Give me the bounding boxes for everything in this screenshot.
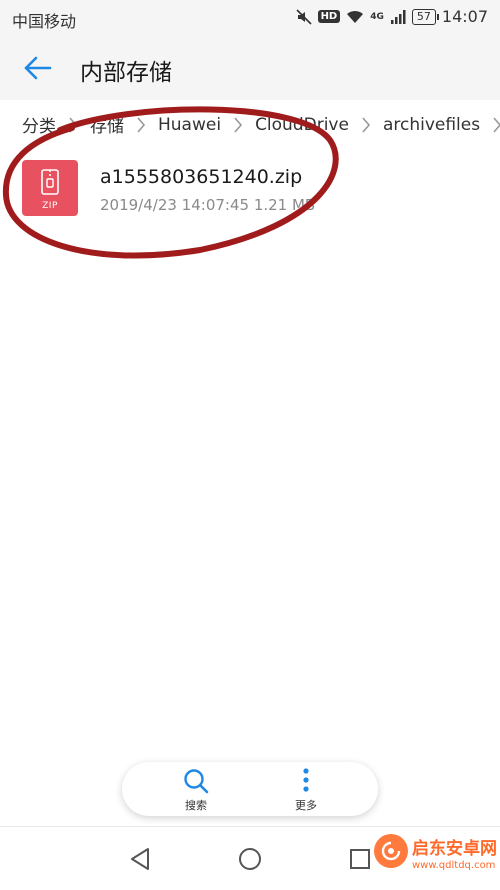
breadcrumb-item-category[interactable]: 分类 <box>22 112 56 137</box>
back-button[interactable] <box>22 52 54 84</box>
mute-icon <box>295 8 312 25</box>
chevron-right-icon <box>136 116 146 134</box>
more-label: 更多 <box>295 799 317 812</box>
status-bar: 中国移动 HD 4G 57 14:07 <box>0 0 500 36</box>
breadcrumb-item-huawei[interactable]: Huawei <box>158 115 221 135</box>
watermark-url: www.qdltdq.com <box>412 860 496 871</box>
search-button[interactable]: 搜索 <box>156 762 236 816</box>
app-header: 内部存储 <box>0 36 500 100</box>
file-name: a1555803651240.zip <box>100 166 303 188</box>
triangle-back-icon <box>131 848 149 870</box>
page-title: 内部存储 <box>80 60 172 86</box>
nav-back-button[interactable] <box>126 845 154 873</box>
circle-home-icon <box>239 848 261 870</box>
list-item[interactable]: ZIP a1555803651240.zip 2019/4/23 14:07:4… <box>0 150 500 232</box>
file-meta: 2019/4/23 14:07:45 1.21 MB <box>100 196 316 214</box>
file-type-label: ZIP <box>42 201 58 211</box>
search-icon <box>184 769 209 794</box>
breadcrumb-item-clouddrive[interactable]: CloudDrive <box>255 115 349 135</box>
wifi-icon <box>347 10 364 23</box>
watermark-logo-icon <box>374 834 408 868</box>
more-vertical-icon <box>303 768 309 792</box>
more-button[interactable]: 更多 <box>266 762 346 816</box>
bottom-toolbar: 搜索 更多 <box>122 762 378 816</box>
breadcrumb: 分类 存储 Huawei CloudDrive archivefiles <box>0 100 500 148</box>
chevron-right-icon <box>361 116 371 134</box>
carrier-name: 中国移动 <box>12 12 77 31</box>
watermark-text: 启东安卓网 <box>412 839 497 859</box>
arrow-left-icon <box>24 56 52 80</box>
status-icons: HD 4G 57 14:07 <box>295 7 488 26</box>
network-type: 4G <box>370 11 384 22</box>
battery-icon: 57 <box>411 8 439 25</box>
chevron-right-icon <box>68 116 78 134</box>
signal-icon <box>390 9 406 24</box>
hd-badge: HD <box>317 10 341 23</box>
zip-file-icon: ZIP <box>22 160 78 216</box>
nav-home-button[interactable] <box>236 845 264 873</box>
search-label: 搜索 <box>185 799 207 812</box>
breadcrumb-item-storage[interactable]: 存储 <box>90 112 124 137</box>
chevron-right-icon <box>492 116 500 134</box>
status-time: 14:07 <box>441 7 488 26</box>
watermark: 启东安卓网 www.qdltdq.com <box>370 826 500 886</box>
breadcrumb-item-archivefiles[interactable]: archivefiles <box>383 115 480 135</box>
chevron-right-icon <box>233 116 243 134</box>
zipper-icon <box>41 169 59 195</box>
